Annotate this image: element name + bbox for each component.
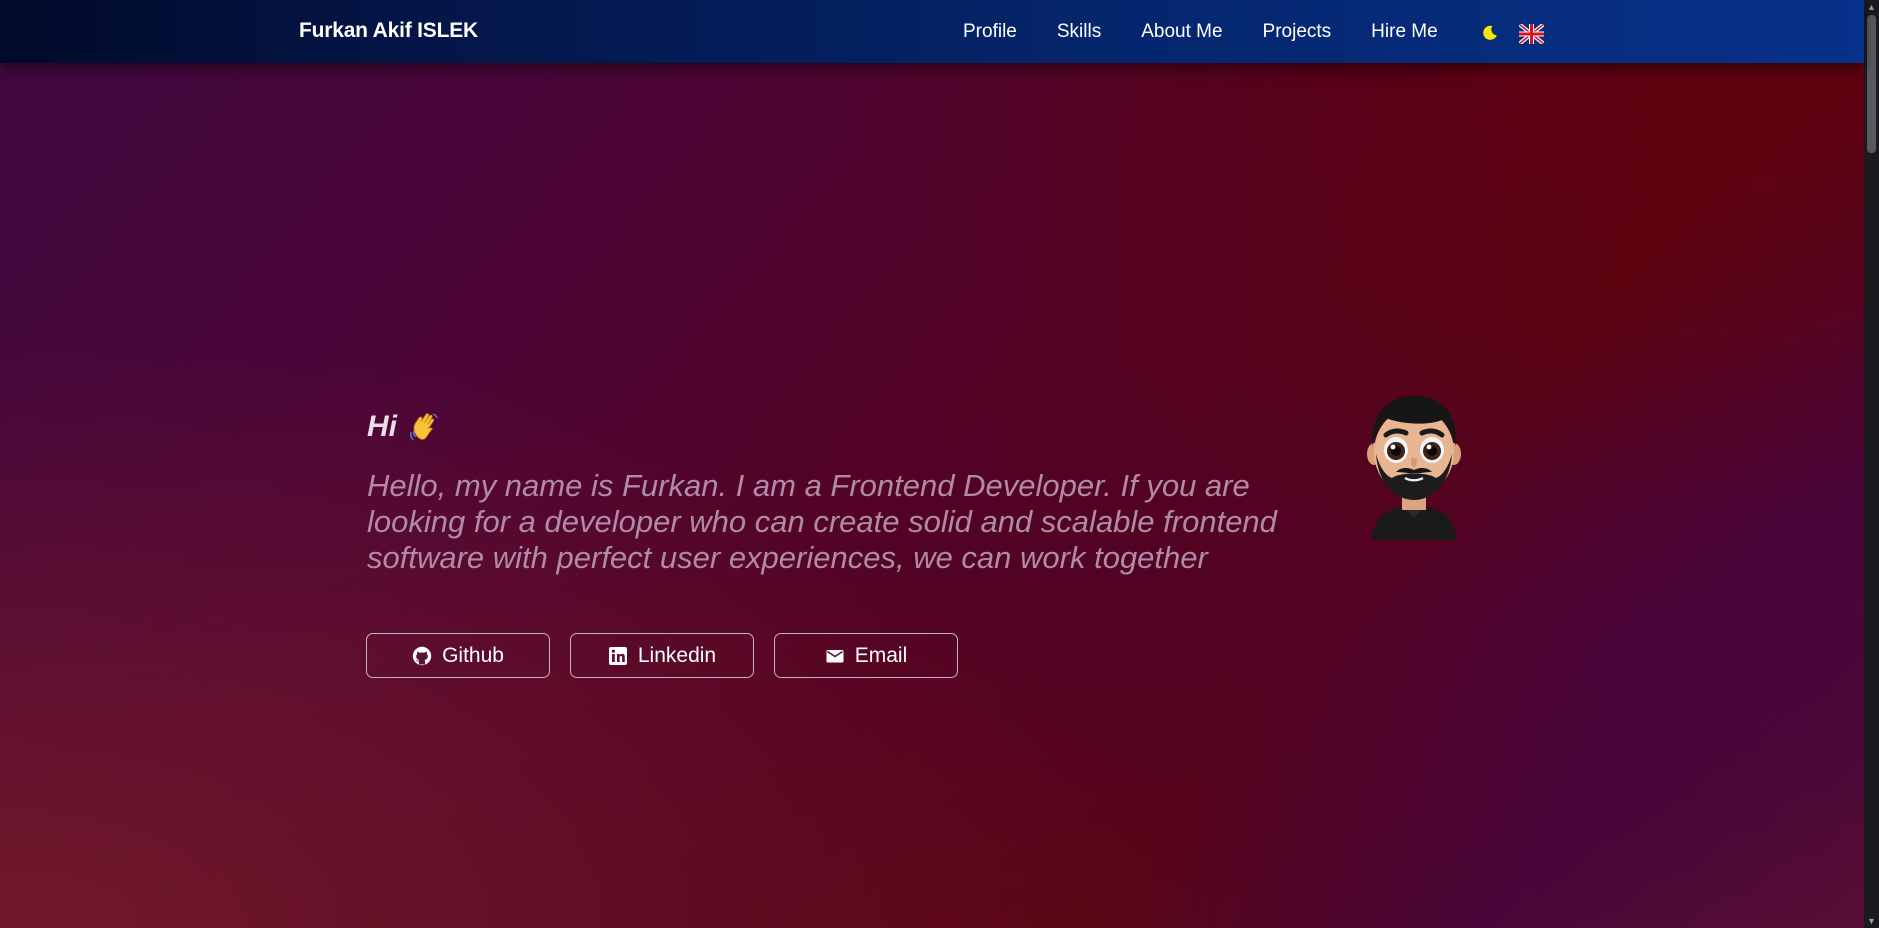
social-buttons: Github Linkedin Email	[366, 633, 978, 678]
nav-link-about-me[interactable]: About Me	[1141, 21, 1222, 43]
email-icon	[825, 646, 845, 666]
github-icon	[412, 646, 432, 666]
scroll-up-arrow-icon[interactable]: ▲	[1864, 0, 1879, 14]
memoji-avatar	[1358, 388, 1470, 540]
nav-link-projects[interactable]: Projects	[1263, 21, 1332, 43]
uk-flag-icon[interactable]	[1519, 24, 1544, 44]
linkedin-label: Linkedin	[637, 643, 717, 667]
background-gradient	[0, 0, 1864, 928]
greeting-text: Hi	[367, 410, 397, 443]
nav-link-hire-me[interactable]: Hire Me	[1371, 21, 1438, 43]
intro-text: Hello, my name is Furkan. I am a Fronten…	[367, 468, 1277, 575]
waving-hand-icon	[407, 410, 441, 444]
scroll-down-arrow-icon[interactable]: ▼	[1864, 914, 1879, 928]
brand-name[interactable]: Furkan Akif ISLEK	[299, 19, 478, 43]
github-button[interactable]: Github	[366, 633, 550, 678]
nav-link-profile[interactable]: Profile	[963, 21, 1017, 43]
nav-link-skills[interactable]: Skills	[1057, 21, 1101, 43]
scroll-thumb[interactable]	[1867, 15, 1876, 153]
linkedin-button[interactable]: Linkedin	[570, 633, 754, 678]
linkedin-icon	[608, 646, 628, 666]
moon-icon[interactable]	[1481, 24, 1499, 42]
nav-links: Profile Skills About Me Projects Hire Me	[963, 21, 1478, 43]
vertical-scrollbar[interactable]: ▲ ▼	[1864, 0, 1879, 928]
greeting: Hi	[367, 410, 441, 444]
github-label: Github	[442, 643, 504, 667]
top-navbar: Furkan Akif ISLEK Profile Skills About M…	[0, 0, 1864, 63]
email-button[interactable]: Email	[774, 633, 958, 678]
email-label: Email	[854, 643, 908, 667]
